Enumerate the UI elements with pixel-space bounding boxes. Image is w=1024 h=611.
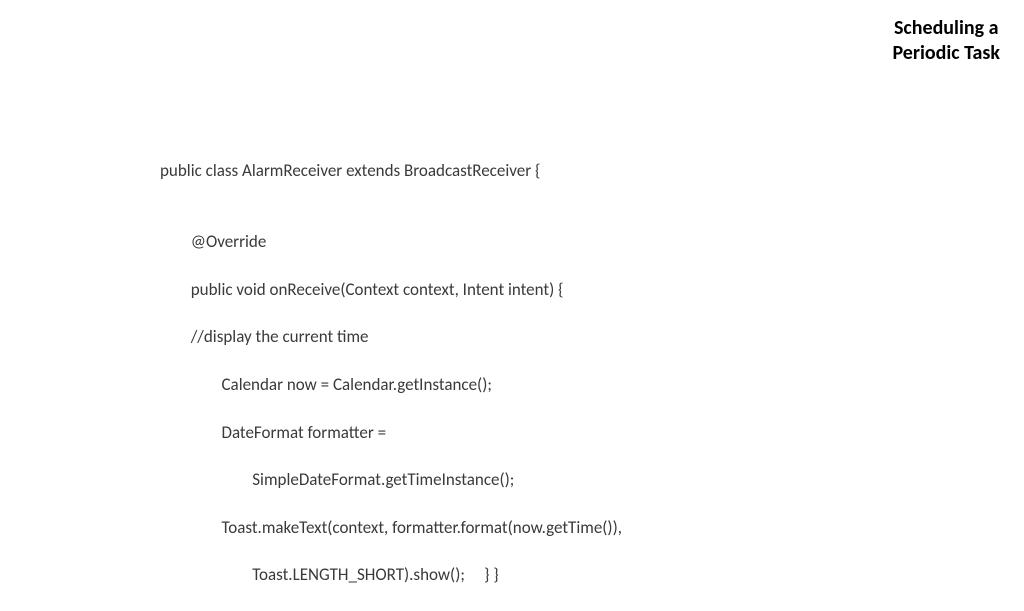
code-line: Calendar now = Calendar.getInstance();	[160, 373, 622, 397]
code-line: //display the current time	[160, 325, 622, 349]
code-line: Toast.makeText(context, formatter.format…	[160, 516, 622, 540]
code-block: public class AlarmReceiver extends Broad…	[160, 135, 622, 611]
title-line-1: Scheduling a	[892, 16, 1000, 41]
code-line: public void onReceive(Context context, I…	[160, 278, 622, 302]
code-line: @Override	[160, 230, 622, 254]
code-line: SimpleDateFormat.getTimeInstance();	[160, 468, 622, 492]
title-line-2: Periodic Task	[892, 41, 1000, 66]
code-line: DateFormat formatter =	[160, 421, 622, 445]
code-line: Toast.LENGTH_SHORT).show(); } }	[160, 563, 622, 587]
code-line: public class AlarmReceiver extends Broad…	[160, 159, 622, 183]
slide-title: Scheduling a Periodic Task	[892, 16, 1000, 66]
